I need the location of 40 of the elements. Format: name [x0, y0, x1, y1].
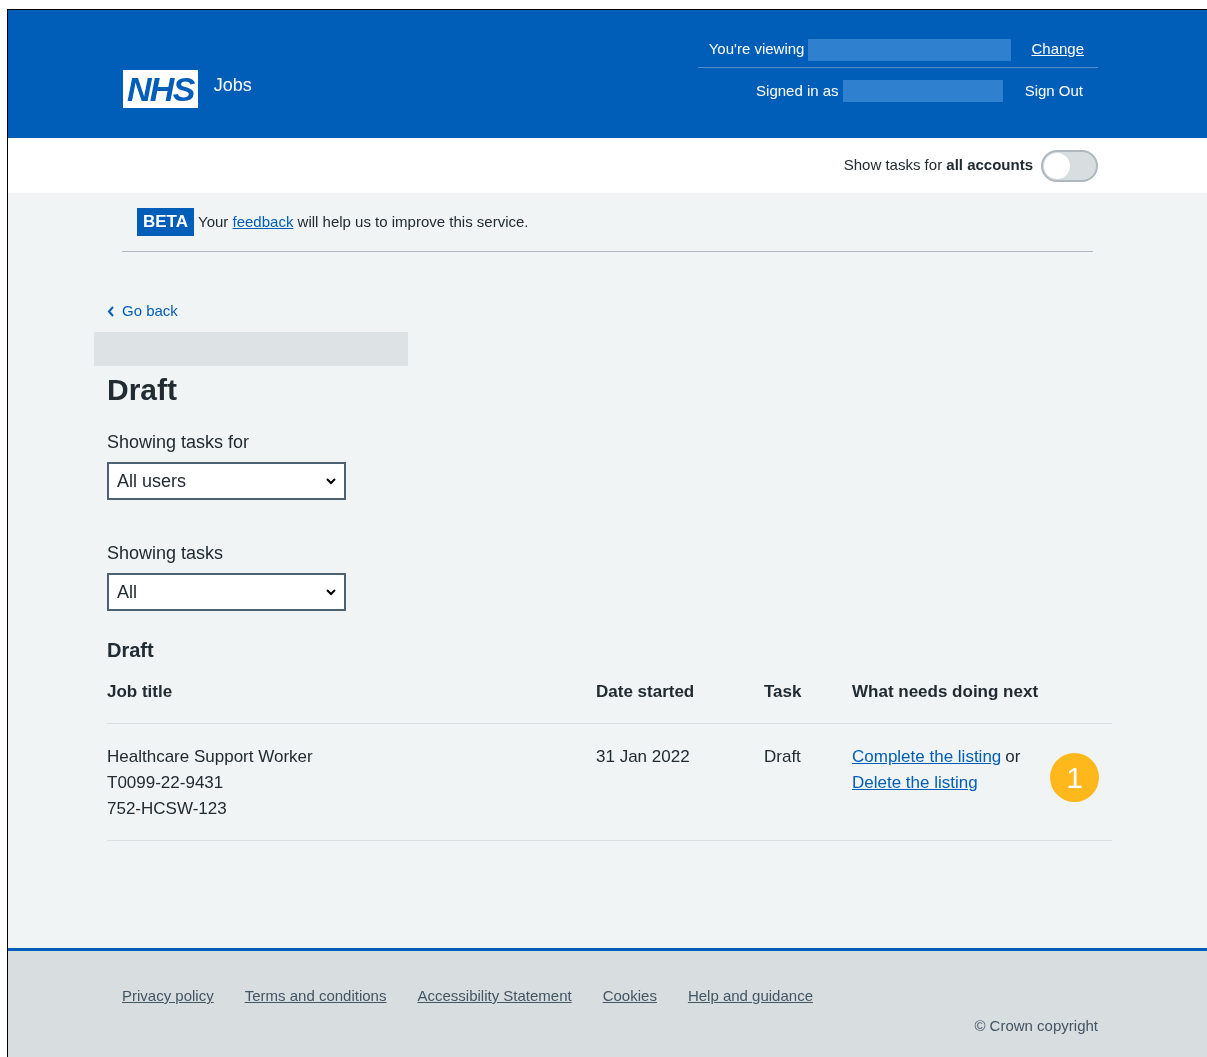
table-caption: Draft [107, 638, 155, 663]
footer-link[interactable]: Terms and conditions [244, 985, 387, 1008]
toggle-switch[interactable] [1041, 149, 1098, 182]
footer-link[interactable]: Help and guidance [687, 985, 813, 1008]
filter-label: Showing tasks [107, 542, 225, 565]
step-number-badge: 1 [1050, 752, 1099, 802]
column-header: Date started [596, 679, 764, 723]
table-cell-text: Healthcare Support Worker [107, 745, 314, 768]
footer-link[interactable]: Privacy policy [122, 985, 214, 1008]
column-header: Job title [107, 679, 596, 723]
sign-out-link[interactable]: Sign Out [1024, 79, 1083, 103]
filter-select[interactable]: All users [107, 462, 346, 500]
feedback-link[interactable]: feedback [232, 212, 294, 230]
beta-tag: BETA [137, 208, 194, 236]
joiner-text: or [1005, 745, 1021, 768]
column-header: Task [764, 679, 852, 723]
column-header: What needs doing next [852, 679, 1112, 723]
nhs-logo[interactable]: NHS [123, 70, 198, 108]
chevron-down-icon [326, 588, 336, 596]
copyright-text: © Crown copyright [974, 1016, 1098, 1036]
filter-select[interactable]: All [107, 573, 346, 611]
table-cell-text: 752-HCSW-123 [107, 797, 228, 820]
chevron-left-icon [107, 305, 114, 317]
back-link[interactable]: Go back [107, 300, 178, 323]
complete-listing-link[interactable]: Complete the listing [852, 743, 1002, 770]
footer-link[interactable]: Cookies [602, 985, 657, 1008]
beta-message: Your feedback will help us to improve this service. [198, 211, 529, 232]
page-heading: Draft [107, 372, 177, 408]
service-name: Jobs [213, 74, 252, 97]
table-cell: Draft [764, 723, 852, 840]
change-link[interactable]: Change [1031, 38, 1084, 61]
chevron-down-icon [326, 477, 336, 485]
toggle-label: Show tasks for all accounts [843, 155, 1033, 176]
footer-link[interactable]: Accessibility Statement [417, 985, 572, 1008]
signed-in-label: Signed in as [756, 80, 839, 101]
delete-listing-link[interactable]: Delete the listing [852, 772, 978, 792]
table-cell: 31 Jan 2022 [596, 723, 764, 840]
viewing-label: You're viewing [708, 39, 805, 60]
table-cell-text: T0099-22-9431 [107, 771, 225, 794]
filter-label: Showing tasks for [107, 431, 251, 454]
